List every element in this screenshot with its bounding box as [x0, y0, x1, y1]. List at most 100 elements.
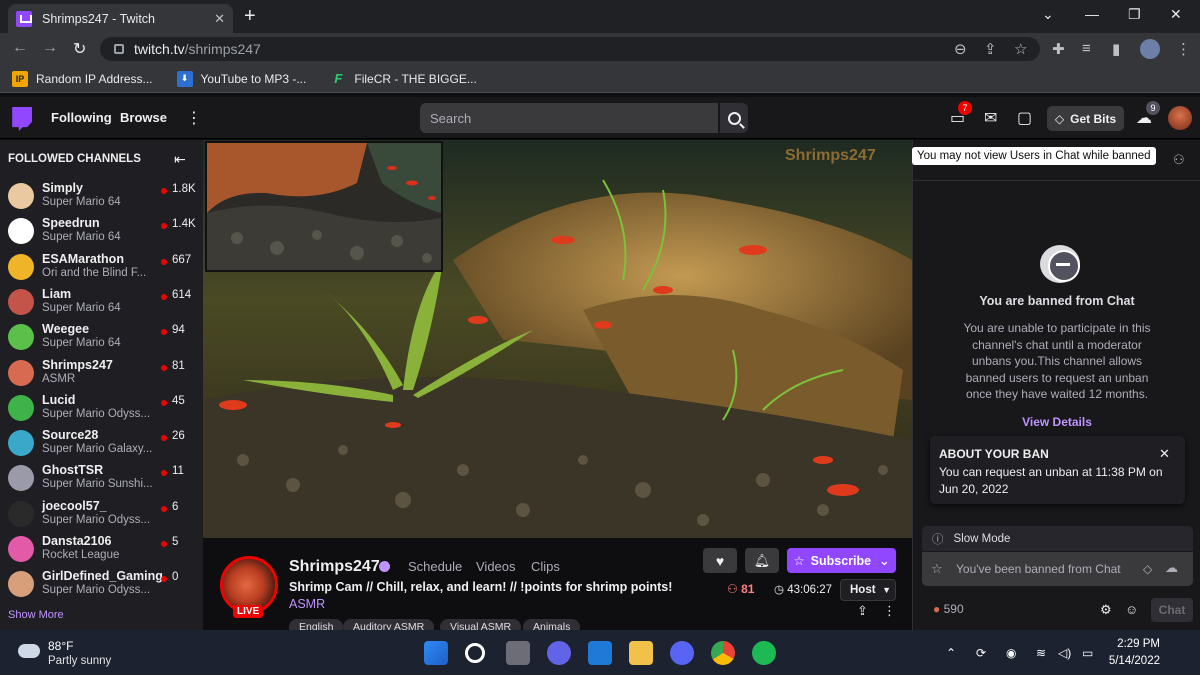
sidebar-channel-item[interactable]: Liam Super Mario 64 614	[0, 285, 203, 320]
partly-sunny-icon	[15, 639, 40, 658]
channel-name[interactable]: Shrimps247	[289, 558, 380, 576]
battery-icon[interactable]: ▭	[1082, 646, 1093, 660]
inbox-icon[interactable]: ▭ 7	[950, 101, 972, 128]
slow-mode-label: Slow Mode	[953, 532, 1011, 545]
whispers-icon[interactable]: ✉	[984, 108, 997, 128]
channel-name: Shrimps247	[42, 357, 113, 372]
bits-icon[interactable]: ◇	[1143, 562, 1152, 576]
profile-avatar[interactable]	[1140, 39, 1160, 59]
browser-tab[interactable]: Shrimps247 - Twitch ✕	[8, 4, 233, 33]
start-windows-icon[interactable]	[424, 641, 448, 665]
tray-discord-icon[interactable]: ◉	[1006, 646, 1016, 660]
zoom-icon[interactable]: ⊖	[954, 40, 967, 58]
tab-search-icon[interactable]: ⌄	[1042, 6, 1054, 23]
users-in-chat-icon[interactable]: ⚇	[1173, 152, 1185, 168]
more-menu-icon[interactable]: ⋮	[186, 108, 202, 128]
sidebar-channel-item[interactable]: GhostTSR Super Mario Sunshi... 11	[0, 461, 203, 496]
chrome-icon[interactable]	[711, 641, 735, 665]
search-button[interactable]	[720, 103, 748, 133]
host-button[interactable]: Host ▼	[840, 579, 896, 601]
window-close-icon[interactable]: ✕	[1170, 6, 1182, 23]
stream-category-link[interactable]: ASMR	[289, 597, 325, 611]
sidebar-channel-item[interactable]: Lucid Super Mario Odyss... 45	[0, 391, 203, 426]
tab-videos[interactable]: Videos	[476, 559, 516, 574]
channel-game: Super Mario Sunshi...	[42, 478, 153, 491]
live-dot-icon	[161, 576, 167, 583]
taskbar-search-icon[interactable]	[465, 643, 485, 663]
search-input[interactable]: Search	[420, 103, 718, 133]
sidebar-channel-item[interactable]: joecool57_ Super Mario Odyss... 6	[0, 497, 203, 532]
chat-send-button[interactable]: Chat	[1151, 598, 1193, 622]
chat-bubble-icon[interactable]: ▢	[1017, 108, 1032, 128]
reload-icon[interactable]: ↻	[73, 39, 86, 59]
side-panel-icon[interactable]: ▮	[1112, 40, 1120, 58]
tray-sync-icon[interactable]: ⟳	[976, 646, 986, 660]
live-dot-icon	[161, 329, 167, 336]
tab-schedule[interactable]: Schedule	[408, 559, 462, 574]
extensions-icon[interactable]: ✚	[1052, 40, 1065, 58]
mail-icon[interactable]	[588, 641, 612, 665]
points-value: 590	[943, 602, 964, 616]
discord-icon[interactable]	[670, 641, 694, 665]
bookmark-label: YouTube to MP3 -...	[200, 71, 307, 86]
taskbar-date[interactable]: 5/14/2022	[1100, 655, 1160, 667]
nav-following[interactable]: Following	[51, 110, 112, 125]
collapse-sidebar-icon[interactable]: ⇤	[174, 151, 186, 168]
sidebar-channel-item[interactable]: Dansta2106 Rocket League 5	[0, 532, 203, 567]
task-view-icon[interactable]	[506, 641, 530, 665]
stream-uptime: ◷ 43:06:27	[774, 582, 832, 596]
emote-smile-icon[interactable]: ☺	[1125, 602, 1138, 617]
tab-close-icon[interactable]: ✕	[214, 11, 225, 27]
volume-icon[interactable]: ◁)	[1058, 646, 1071, 660]
show-more-link[interactable]: Show More	[8, 609, 64, 621]
bookmark-item[interactable]: ⬇ YouTube to MP3 -...	[176, 70, 307, 87]
sidebar-channel-item[interactable]: ESAMarathon Ori and the Blind F... 667	[0, 250, 203, 285]
user-avatar[interactable]	[1168, 106, 1192, 130]
more-options-icon[interactable]: ⋮	[883, 603, 896, 619]
wifi-icon[interactable]: ≋	[1036, 646, 1046, 660]
emote-picker-icon[interactable]: ☁	[1165, 560, 1178, 576]
share-icon[interactable]: ⇪	[857, 603, 868, 619]
nav-browse[interactable]: Browse	[120, 110, 167, 125]
close-icon[interactable]: ✕	[1159, 446, 1170, 462]
teams-chat-icon[interactable]	[547, 641, 571, 665]
emote-star-icon[interactable]: ☆	[931, 561, 943, 577]
get-bits-button[interactable]: ◇ Get Bits	[1047, 106, 1124, 131]
sidebar-channel-item[interactable]: Source28 Super Mario Galaxy... 26	[0, 426, 203, 461]
notifications-bell-button[interactable]: 🔔︎	[745, 548, 779, 573]
sidebar-channel-item[interactable]: GirlDefined_Gaming Super Mario Odyss... 0	[0, 567, 203, 602]
url-input[interactable]: twitch.tv/shrimps247	[100, 37, 1040, 61]
subscribe-button[interactable]: ☆ Subscribe ⌄	[787, 548, 896, 573]
taskbar-time[interactable]: 2:29 PM	[1108, 638, 1160, 650]
tray-chevron-up-icon[interactable]: ⌃	[946, 646, 956, 660]
back-arrow-icon[interactable]: ←	[12, 39, 28, 57]
weather-temp[interactable]: 88°F	[48, 639, 73, 653]
channel-name: Simply	[42, 181, 83, 195]
crown-icon[interactable]: ☁ 9	[1136, 101, 1160, 128]
chat-settings-gear-icon[interactable]: ⚙	[1100, 602, 1112, 618]
sidebar-channel-item[interactable]: Weegee Super Mario 64 94	[0, 320, 203, 355]
chrome-menu-icon[interactable]: ⋮	[1176, 40, 1191, 58]
minimize-icon[interactable]: —	[1085, 6, 1099, 22]
view-details-link[interactable]: View Details	[914, 415, 1200, 429]
file-explorer-icon[interactable]	[629, 641, 653, 665]
media-control-icon[interactable]: ≡	[1082, 40, 1091, 57]
new-tab-button[interactable]: +	[244, 5, 256, 28]
restore-icon[interactable]: ❐	[1128, 6, 1141, 23]
bookmark-star-icon[interactable]: ☆	[1014, 40, 1027, 58]
chat-input[interactable]: You've been banned from Chat	[922, 552, 1193, 586]
bookmark-item[interactable]: IP Random IP Address...	[12, 70, 153, 87]
bookmark-item[interactable]: F FileCR - THE BIGGE...	[330, 71, 476, 87]
forward-arrow-icon[interactable]: →	[42, 39, 58, 57]
share-page-icon[interactable]: ⇪	[984, 40, 997, 58]
sidebar-channel-item[interactable]: Simply Super Mario 64 1.8K	[0, 179, 203, 214]
channel-points[interactable]: ● 590	[933, 602, 964, 616]
tab-clips[interactable]: Clips	[531, 559, 560, 574]
sidebar-channel-item[interactable]: Shrimps247 ASMR 81	[0, 356, 203, 391]
weather-desc[interactable]: Partly sunny	[48, 655, 111, 667]
spotify-icon[interactable]	[752, 641, 776, 665]
follow-heart-button[interactable]: ♥	[703, 548, 737, 573]
channel-game: Rocket League	[42, 549, 120, 561]
sidebar-channel-item[interactable]: Speedrun Super Mario 64 1.4K	[0, 214, 203, 249]
channel-game: Super Mario Galaxy...	[42, 443, 153, 456]
